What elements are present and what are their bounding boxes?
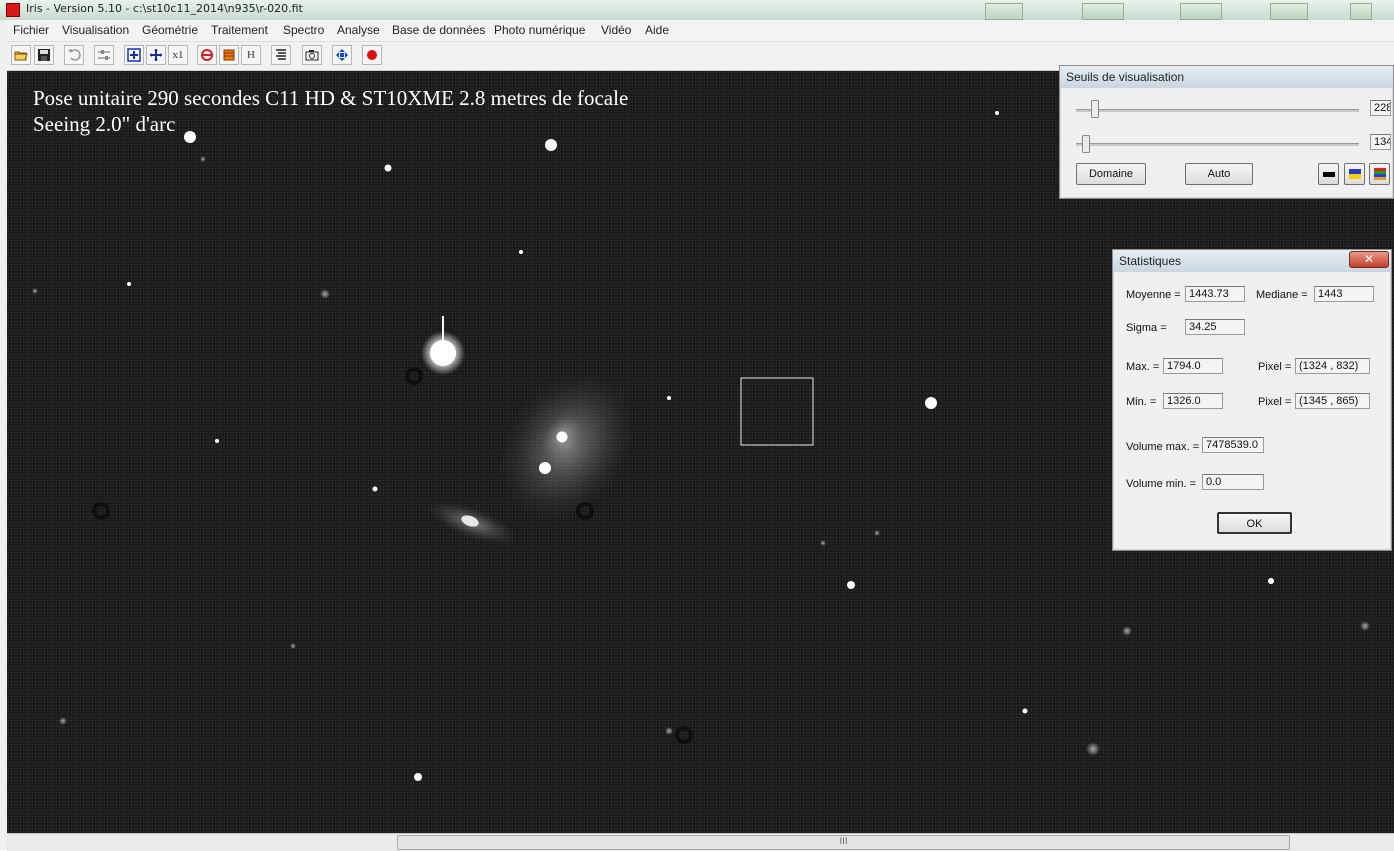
stars — [127, 111, 1274, 781]
scrollbar-grip: III — [839, 837, 848, 847]
zoom-x1-icon[interactable]: x1 — [168, 45, 188, 65]
min-pixel-label: Pixel = — [1258, 396, 1292, 408]
sigma-value: 34.25 — [1185, 319, 1245, 335]
window-titlebar: Iris - Version 5.10 - c:\st10c11_2014\n9… — [0, 0, 1394, 21]
palette-black-swatch — [1323, 172, 1335, 177]
menu-photo-numerique[interactable]: Photo numérique — [494, 20, 585, 40]
histogram-icon[interactable]: H — [241, 45, 261, 65]
palette-black-button[interactable] — [1318, 163, 1339, 185]
min-value: 1326.0 — [1163, 393, 1223, 409]
high-threshold-slider[interactable] — [1091, 100, 1099, 118]
companion-galaxy — [426, 500, 518, 546]
close-icon[interactable]: ✕ — [1349, 251, 1389, 268]
min-pixel-value: (1345 , 865) — [1295, 393, 1370, 409]
volume-max-value: 7478539.0 — [1202, 437, 1264, 453]
menu-traitement[interactable]: Traitement — [211, 20, 268, 40]
volume-max-label: Volume max. = — [1126, 441, 1200, 453]
menu-spectro[interactable]: Spectro — [283, 20, 324, 40]
undo-icon[interactable] — [64, 45, 84, 65]
volume-min-label: Volume min. = — [1126, 478, 1197, 490]
volume-min-value: 0.0 — [1202, 474, 1264, 490]
horizontal-scrollbar[interactable]: III — [7, 833, 1394, 851]
app-icon — [6, 3, 20, 17]
max-pixel-label: Pixel = — [1258, 361, 1292, 373]
settings-sliders-icon[interactable] — [94, 45, 114, 65]
list-icon[interactable] — [271, 45, 291, 65]
ok-button[interactable]: OK — [1217, 512, 1292, 534]
record-icon[interactable] — [362, 45, 382, 65]
sigma-label: Sigma = — [1126, 322, 1167, 334]
palette-blue-yellow-button[interactable] — [1344, 163, 1365, 185]
taskbar-tile — [1082, 3, 1124, 20]
low-threshold-field[interactable]: 134 — [1370, 134, 1391, 150]
high-threshold-field[interactable]: 228 — [1370, 100, 1391, 116]
moyenne-label: Moyenne = — [1126, 289, 1181, 301]
open-icon[interactable] — [11, 45, 31, 65]
taskbar-tile — [1350, 3, 1372, 20]
auto-button[interactable]: Auto — [1185, 163, 1253, 185]
mediane-value: 1443 — [1314, 286, 1374, 302]
taskbar-tile — [1270, 3, 1308, 20]
menu-analyse[interactable]: Analyse — [337, 20, 380, 40]
taskbar-tile — [1180, 3, 1222, 20]
min-label: Min. = — [1126, 396, 1157, 408]
thresholds-dialog: Seuils de visualisation 228 134 Domaine … — [1059, 65, 1394, 199]
palette-icon[interactable] — [219, 45, 239, 65]
palette-rainbow-button[interactable] — [1369, 163, 1390, 185]
image-caption-line-2: Seeing 2.0" d'arc — [33, 112, 176, 136]
menu-aide[interactable]: Aide — [645, 20, 669, 40]
menu-base-de-donnees[interactable]: Base de données — [392, 20, 485, 40]
menu-geometrie[interactable]: Géométrie — [142, 20, 198, 40]
low-threshold-slider[interactable] — [1082, 135, 1090, 153]
bright-star — [421, 316, 465, 375]
menu-video[interactable]: Vidéo — [601, 20, 631, 40]
scrollbar-thumb[interactable]: III — [397, 835, 1290, 850]
low-threshold-track — [1076, 143, 1359, 146]
palette-blue-yellow-swatch — [1349, 169, 1361, 179]
palette-rainbow-swatch — [1374, 168, 1386, 180]
refresh-icon[interactable] — [197, 45, 217, 65]
image-caption-line-1: Pose unitaire 290 secondes C11 HD & ST10… — [33, 86, 629, 110]
moyenne-value: 1443.73 — [1185, 286, 1245, 302]
zoom-out-icon[interactable] — [146, 45, 166, 65]
window-title: Iris - Version 5.10 - c:\st10c11_2014\n9… — [26, 2, 303, 15]
domaine-button[interactable]: Domaine — [1076, 163, 1146, 185]
max-pixel-value: (1324 , 832) — [1295, 358, 1370, 374]
mediane-label: Mediane = — [1256, 289, 1308, 301]
thresholds-dialog-title: Seuils de visualisation — [1060, 66, 1393, 88]
move-icon[interactable] — [332, 45, 352, 65]
camera-icon[interactable] — [302, 45, 322, 65]
save-icon[interactable] — [34, 45, 54, 65]
selection-box[interactable] — [740, 377, 814, 446]
menu-bar: Fichier Visualisation Géométrie Traiteme… — [7, 20, 1394, 42]
zoom-in-icon[interactable] — [124, 45, 144, 65]
max-label: Max. = — [1126, 361, 1160, 373]
menu-fichier[interactable]: Fichier — [13, 20, 49, 40]
statistics-dialog: Statistiques ✕ Moyenne = 1443.73 Mediane… — [1112, 249, 1392, 551]
menu-visualisation[interactable]: Visualisation — [62, 20, 129, 40]
high-threshold-track — [1076, 109, 1359, 112]
max-value: 1794.0 — [1163, 358, 1223, 374]
taskbar-tile — [985, 3, 1023, 20]
